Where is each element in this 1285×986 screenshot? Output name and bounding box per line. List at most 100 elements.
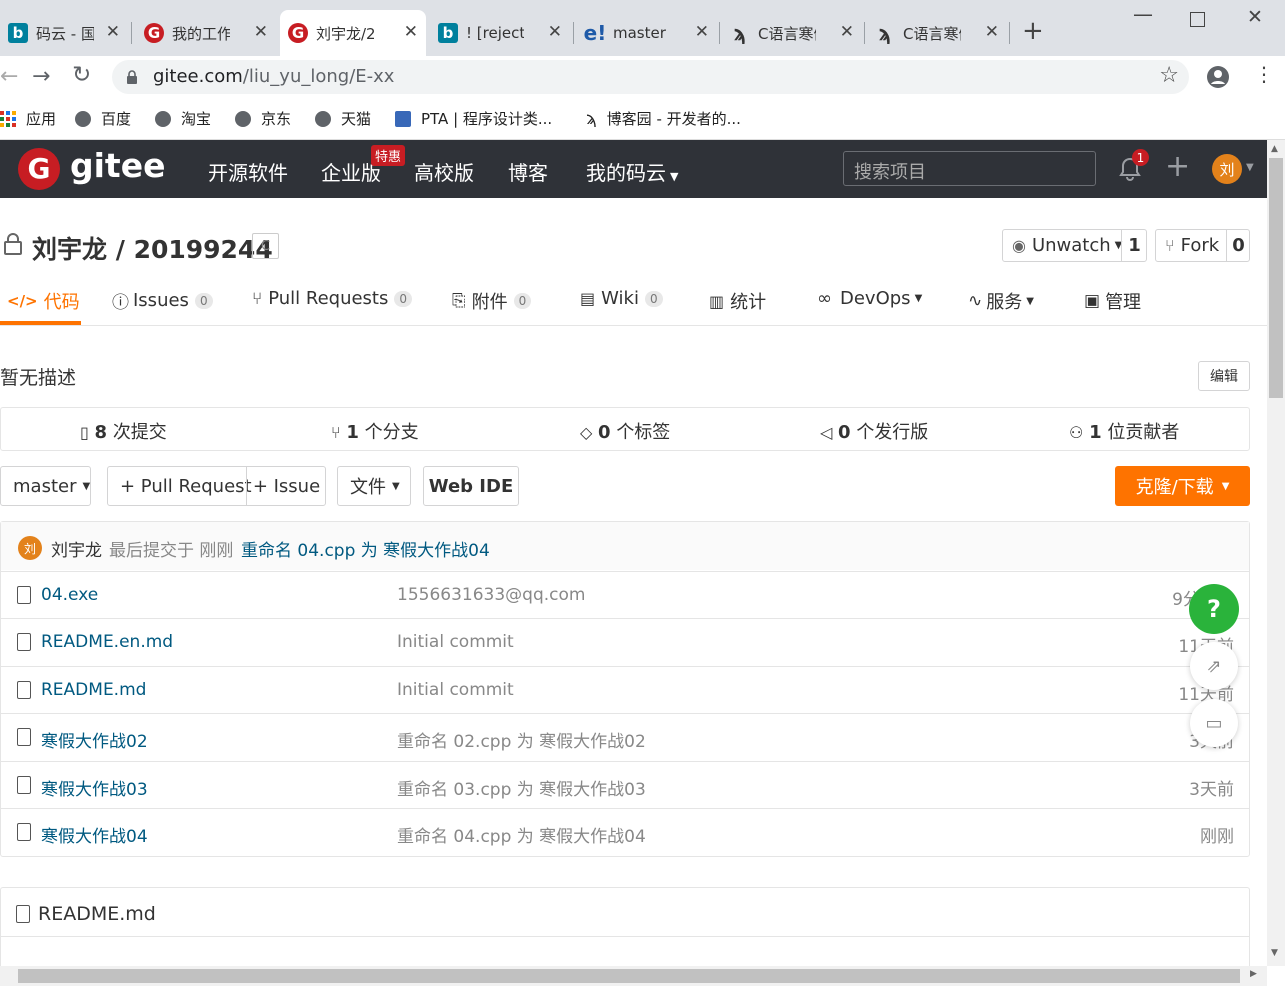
close-tab-icon[interactable]: ✕ <box>548 22 562 42</box>
bookmark-jd[interactable]: 京东 <box>235 108 291 129</box>
scroll-up-icon[interactable]: ▲ <box>1271 144 1278 154</box>
minimize-icon[interactable]: — <box>1133 2 1153 26</box>
bookmark-tmall[interactable]: 天猫 <box>315 108 371 129</box>
table-row[interactable]: 寒假大作战02重命名 02.cpp 为 寒假大作战023天前 <box>0 713 1250 761</box>
browser-tab[interactable]: ϡ C语言寒假 ✕ <box>722 10 862 56</box>
tab-label: 服务 <box>986 292 1023 313</box>
vertical-scrollbar[interactable]: ▲ ▼ <box>1267 140 1285 966</box>
nav-my-gitee[interactable]: 我的码云 ▼ <box>586 157 678 186</box>
fork-button[interactable]: ⑂ Fork 0 <box>1155 229 1250 262</box>
table-row[interactable]: README.en.mdInitial commit11天前 <box>0 618 1250 666</box>
file-name-link[interactable]: README.md <box>41 680 146 700</box>
gitee-wordmark[interactable]: gitee <box>70 146 165 185</box>
file-commit-message[interactable]: 重命名 03.cpp 为 寒假大作战03 <box>397 775 646 800</box>
close-tab-icon[interactable]: ✕ <box>404 22 418 42</box>
scroll-right-icon[interactable]: ▶ <box>1250 969 1257 979</box>
commit-message-link[interactable]: 重命名 04.cpp 为 寒假大作战04 <box>241 536 490 561</box>
commit-author[interactable]: 刘宇龙 <box>51 536 102 561</box>
unwatch-button[interactable]: ◉ Unwatch ▼ 1 <box>1002 229 1147 262</box>
file-commit-message[interactable]: 重命名 02.cpp 为 寒假大作战02 <box>397 727 646 752</box>
tab-issues[interactable]: ⓘ Issues 0 <box>112 288 213 313</box>
tab-services[interactable]: ∿ 服务 ▼ <box>968 288 1034 314</box>
tab-stats[interactable]: ▥ 统计 <box>709 288 766 314</box>
file-name-link[interactable]: 04.exe <box>41 585 98 605</box>
avatar[interactable]: 刘 <box>18 536 42 560</box>
back-icon[interactable]: ← <box>0 64 18 89</box>
scrollbar-thumb[interactable] <box>1269 158 1283 398</box>
table-row[interactable]: 04.exe1556631633@qq.com9分钟前 <box>0 571 1250 619</box>
new-issue-button[interactable]: + Issue <box>246 467 326 505</box>
plus-icon[interactable]: + <box>1165 150 1190 184</box>
profile-icon[interactable] <box>1206 65 1230 89</box>
forward-icon[interactable]: → <box>32 64 50 89</box>
caret-down-icon[interactable]: ▼ <box>1246 162 1254 173</box>
bookmark-pta[interactable]: PTA | 程序设计类... <box>395 108 552 129</box>
tab-manage[interactable]: ▣ 管理 <box>1084 288 1141 314</box>
bookmark-taobao[interactable]: 淘宝 <box>155 108 211 129</box>
scroll-down-icon[interactable]: ▼ <box>1271 948 1278 958</box>
nav-university[interactable]: 高校版 <box>414 157 474 186</box>
file-name-link[interactable]: 寒假大作战02 <box>41 727 148 752</box>
horizontal-scrollbar[interactable]: ▶ <box>0 966 1267 986</box>
file-name-link[interactable]: 寒假大作战03 <box>41 775 148 800</box>
new-pull-request-button[interactable]: + Pull Request <box>120 476 252 497</box>
nav-blog[interactable]: 博客 <box>508 157 548 186</box>
nav-open-source[interactable]: 开源软件 <box>208 157 288 186</box>
repo-owner-link[interactable]: 刘宇龙 <box>32 235 107 264</box>
tab-devops[interactable]: ∞ DevOps ▼ <box>817 288 922 309</box>
bookmark-baidu[interactable]: 百度 <box>75 108 131 129</box>
browser-tab[interactable]: e! master - ✕ <box>577 10 717 56</box>
close-window-icon[interactable]: ✕ <box>1247 6 1263 28</box>
browser-tab[interactable]: ϡ C语言寒假 ✕ <box>867 10 1007 56</box>
tab-wiki[interactable]: ▤ Wiki 0 <box>580 288 663 309</box>
help-button[interactable]: ? <box>1189 584 1239 634</box>
tab-attachments[interactable]: ⎘ 附件 0 <box>452 288 532 314</box>
close-tab-icon[interactable]: ✕ <box>106 22 120 42</box>
maximize-icon[interactable] <box>1190 12 1205 27</box>
file-commit-message[interactable]: 重命名 04.cpp 为 寒假大作战04 <box>397 822 646 847</box>
bookmark-star-icon[interactable]: ☆ <box>1159 63 1179 88</box>
reload-icon[interactable]: ↻ <box>72 62 91 88</box>
close-tab-icon[interactable]: ✕ <box>254 22 268 42</box>
stat-commits[interactable]: ▯ 8 次提交 <box>80 418 167 444</box>
watch-count[interactable]: 1 <box>1121 230 1147 261</box>
share-icon[interactable]: ⇗ <box>1190 642 1238 690</box>
clone-download-button[interactable]: 克隆/下载 ▼ <box>1115 466 1250 506</box>
new-tab-icon[interactable]: + <box>1022 18 1044 44</box>
table-row[interactable]: 寒假大作战04 重命名 04.cpp 为 寒假大作战04 刚刚 <box>0 808 1250 856</box>
browser-tab[interactable]: b ! [rejected] ✕ <box>430 10 570 56</box>
close-tab-icon[interactable]: ✕ <box>985 22 999 42</box>
scrollbar-thumb[interactable] <box>18 969 1240 983</box>
fork-count[interactable]: 0 <box>1226 230 1250 261</box>
bookmark-apps[interactable]: 应用 <box>0 108 56 129</box>
file-commit-message[interactable]: Initial commit <box>397 632 514 652</box>
file-commit-message[interactable]: 1556631633@qq.com <box>397 585 585 605</box>
gitee-logo-icon[interactable]: G <box>18 148 60 190</box>
stat-branches[interactable]: ⑂ 1 个分支 <box>331 418 419 444</box>
web-ide-button[interactable]: Web IDE <box>423 466 519 506</box>
browser-tab[interactable]: G 我的工作台 ✕ <box>136 10 276 56</box>
search-input[interactable]: 搜索项目 <box>843 151 1096 186</box>
more-menu-icon[interactable]: ⋮ <box>1254 64 1274 84</box>
browser-tab[interactable]: b 码云 - 国内 ✕ <box>0 10 128 56</box>
avatar[interactable]: 刘 <box>1212 154 1242 184</box>
branch-select[interactable]: master ▼ <box>0 466 91 506</box>
bookmark-cnblogs[interactable]: ϡ 博客园 - 开发者的... <box>586 108 741 129</box>
browser-tab-active[interactable]: G 刘宇龙/20199244 ✕ <box>280 10 426 56</box>
stat-releases[interactable]: ◁ 0 个发行版 <box>820 418 928 444</box>
comment-icon[interactable]: ▭ <box>1190 699 1238 747</box>
stat-tags[interactable]: ◇ 0 个标签 <box>580 418 670 444</box>
table-row[interactable]: README.md Initial commit 11天前 <box>0 666 1250 714</box>
close-tab-icon[interactable]: ✕ <box>695 22 709 42</box>
edit-description-button[interactable]: 编辑 <box>1198 361 1250 391</box>
close-tab-icon[interactable]: ✕ <box>840 22 854 42</box>
tab-pull-requests[interactable]: ⑂ Pull Requests 0 <box>252 288 413 309</box>
tab-code[interactable]: </> 代码 <box>7 288 80 314</box>
file-commit-message[interactable]: Initial commit <box>397 680 514 700</box>
file-name-link[interactable]: 寒假大作战04 <box>41 822 148 847</box>
file-menu-button[interactable]: 文件 ▼ <box>337 466 411 506</box>
stat-contributors[interactable]: ⚇ 1 位贡献者 <box>1069 418 1179 444</box>
url-field[interactable]: gitee.com/liu_yu_long/E-xx ☆ <box>112 60 1189 94</box>
file-name-link[interactable]: README.en.md <box>41 632 173 652</box>
table-row[interactable]: 寒假大作战03 重命名 03.cpp 为 寒假大作战03 3天前 <box>0 761 1250 809</box>
